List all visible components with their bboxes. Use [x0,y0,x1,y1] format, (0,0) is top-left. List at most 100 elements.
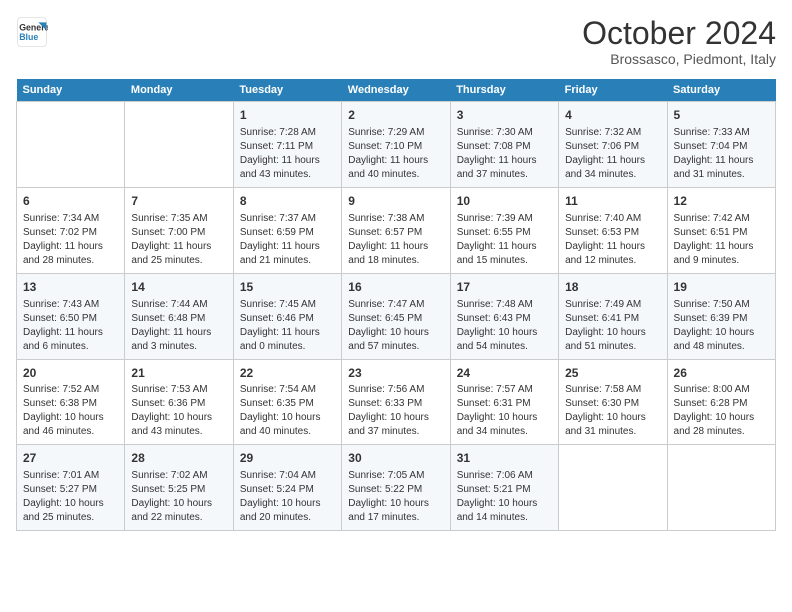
day-number: 27 [23,450,118,467]
day-info: Sunrise: 7:05 AM Sunset: 5:22 PM Dayligh… [348,469,443,525]
day-number: 30 [348,450,443,467]
weekday-header: Thursday [450,79,558,102]
day-info: Sunrise: 7:34 AM Sunset: 7:02 PM Dayligh… [23,212,118,268]
day-number: 16 [348,279,443,296]
day-number: 22 [240,365,335,382]
weekday-header: Sunday [17,79,125,102]
day-info: Sunrise: 7:33 AM Sunset: 7:04 PM Dayligh… [674,126,769,182]
day-info: Sunrise: 7:37 AM Sunset: 6:59 PM Dayligh… [240,212,335,268]
day-info: Sunrise: 7:06 AM Sunset: 5:21 PM Dayligh… [457,469,552,525]
day-info: Sunrise: 7:57 AM Sunset: 6:31 PM Dayligh… [457,383,552,439]
day-info: Sunrise: 7:28 AM Sunset: 7:11 PM Dayligh… [240,126,335,182]
day-info: Sunrise: 7:38 AM Sunset: 6:57 PM Dayligh… [348,212,443,268]
day-info: Sunrise: 7:52 AM Sunset: 6:38 PM Dayligh… [23,383,118,439]
weekday-header: Tuesday [233,79,341,102]
day-number: 14 [131,279,226,296]
day-info: Sunrise: 7:53 AM Sunset: 6:36 PM Dayligh… [131,383,226,439]
day-info: Sunrise: 7:56 AM Sunset: 6:33 PM Dayligh… [348,383,443,439]
calendar-week-row: 20Sunrise: 7:52 AM Sunset: 6:38 PM Dayli… [17,359,776,445]
weekday-header: Saturday [667,79,775,102]
calendar-cell: 14 Sunrise: 7:44 AM Sunset: 6:48 PM Dayli… [125,273,233,359]
day-number: 18 [565,279,660,296]
calendar-cell: 1 Sunrise: 7:28 AM Sunset: 7:11 PM Daylig… [233,102,341,188]
day-info: Sunrise: 7:04 AM Sunset: 5:24 PM Dayligh… [240,469,335,525]
day-number: 15 [240,279,335,296]
day-info: Sunrise: 7:43 AM Sunset: 6:50 PM Dayligh… [23,298,118,354]
day-info: Sunrise: 7:39 AM Sunset: 6:55 PM Dayligh… [457,212,552,268]
day-number: 5 [674,107,769,124]
calendar-cell: 11 Sunrise: 7:40 AM Sunset: 6:53 PM Dayli… [559,187,667,273]
day-info: Sunrise: 7:47 AM Sunset: 6:45 PM Dayligh… [348,298,443,354]
day-info: Sunrise: 7:30 AM Sunset: 7:08 PM Dayligh… [457,126,552,182]
calendar-cell: 20Sunrise: 7:52 AM Sunset: 6:38 PM Dayli… [17,359,125,445]
day-info: Sunrise: 7:54 AM Sunset: 6:35 PM Dayligh… [240,383,335,439]
calendar-cell: 19 Sunrise: 7:50 AM Sunset: 6:39 PM Dayli… [667,273,775,359]
day-number: 23 [348,365,443,382]
calendar-cell: 26Sunrise: 8:00 AM Sunset: 6:28 PM Dayli… [667,359,775,445]
title-block: October 2024 Brossasco, Piedmont, Italy [582,16,776,67]
calendar-cell: 30 Sunrise: 7:05 AM Sunset: 5:22 PM Dayli… [342,445,450,531]
day-info: Sunrise: 7:32 AM Sunset: 7:06 PM Dayligh… [565,126,660,182]
calendar-cell: 7Sunrise: 7:35 AM Sunset: 7:00 PM Daylig… [125,187,233,273]
day-info: Sunrise: 7:29 AM Sunset: 7:10 PM Dayligh… [348,126,443,182]
calendar-week-row: 13 Sunrise: 7:43 AM Sunset: 6:50 PM Dayli… [17,273,776,359]
calendar-cell: 18 Sunrise: 7:49 AM Sunset: 6:41 PM Dayli… [559,273,667,359]
calendar-cell [667,445,775,531]
calendar-cell: 12Sunrise: 7:42 AM Sunset: 6:51 PM Dayli… [667,187,775,273]
calendar-cell: 15Sunrise: 7:45 AM Sunset: 6:46 PM Dayli… [233,273,341,359]
day-number: 21 [131,365,226,382]
day-number: 20 [23,365,118,382]
day-info: Sunrise: 7:49 AM Sunset: 6:41 PM Dayligh… [565,298,660,354]
logo: General Blue [16,16,48,48]
calendar-cell: 22Sunrise: 7:54 AM Sunset: 6:35 PM Dayli… [233,359,341,445]
day-number: 24 [457,365,552,382]
day-number: 12 [674,193,769,210]
day-number: 2 [348,107,443,124]
calendar-week-row: 1 Sunrise: 7:28 AM Sunset: 7:11 PM Daylig… [17,102,776,188]
day-info: Sunrise: 7:44 AM Sunset: 6:48 PM Dayligh… [131,298,226,354]
calendar-cell: 6 Sunrise: 7:34 AM Sunset: 7:02 PM Daylig… [17,187,125,273]
page-header: General Blue October 2024 Brossasco, Pie… [16,16,776,67]
calendar-cell: 25Sunrise: 7:58 AM Sunset: 6:30 PM Dayli… [559,359,667,445]
calendar-cell: 13 Sunrise: 7:43 AM Sunset: 6:50 PM Dayli… [17,273,125,359]
month-title: October 2024 [582,16,776,51]
weekday-header: Wednesday [342,79,450,102]
calendar-cell: 10 Sunrise: 7:39 AM Sunset: 6:55 PM Dayli… [450,187,558,273]
calendar-cell: 16 Sunrise: 7:47 AM Sunset: 6:45 PM Dayli… [342,273,450,359]
day-number: 26 [674,365,769,382]
calendar-cell: 9Sunrise: 7:38 AM Sunset: 6:57 PM Daylig… [342,187,450,273]
day-number: 7 [131,193,226,210]
day-info: Sunrise: 7:40 AM Sunset: 6:53 PM Dayligh… [565,212,660,268]
calendar-cell [17,102,125,188]
day-number: 1 [240,107,335,124]
calendar-cell: 5 Sunrise: 7:33 AM Sunset: 7:04 PM Daylig… [667,102,775,188]
logo-icon: General Blue [16,16,48,48]
day-number: 13 [23,279,118,296]
calendar-cell: 8Sunrise: 7:37 AM Sunset: 6:59 PM Daylig… [233,187,341,273]
calendar-cell [125,102,233,188]
calendar-cell: 23Sunrise: 7:56 AM Sunset: 6:33 PM Dayli… [342,359,450,445]
day-info: Sunrise: 7:50 AM Sunset: 6:39 PM Dayligh… [674,298,769,354]
day-info: Sunrise: 7:58 AM Sunset: 6:30 PM Dayligh… [565,383,660,439]
day-number: 10 [457,193,552,210]
day-info: Sunrise: 7:01 AM Sunset: 5:27 PM Dayligh… [23,469,118,525]
calendar-week-row: 27 Sunrise: 7:01 AM Sunset: 5:27 PM Dayli… [17,445,776,531]
day-number: 19 [674,279,769,296]
calendar-cell: 24Sunrise: 7:57 AM Sunset: 6:31 PM Dayli… [450,359,558,445]
day-info: Sunrise: 7:02 AM Sunset: 5:25 PM Dayligh… [131,469,226,525]
day-number: 6 [23,193,118,210]
calendar-table: SundayMondayTuesdayWednesdayThursdayFrid… [16,79,776,531]
calendar-cell: 21Sunrise: 7:53 AM Sunset: 6:36 PM Dayli… [125,359,233,445]
calendar-cell: 31Sunrise: 7:06 AM Sunset: 5:21 PM Dayli… [450,445,558,531]
calendar-cell: 28 Sunrise: 7:02 AM Sunset: 5:25 PM Dayli… [125,445,233,531]
calendar-cell [559,445,667,531]
calendar-cell: 2 Sunrise: 7:29 AM Sunset: 7:10 PM Daylig… [342,102,450,188]
day-number: 11 [565,193,660,210]
calendar-cell: 4Sunrise: 7:32 AM Sunset: 7:06 PM Daylig… [559,102,667,188]
weekday-header-row: SundayMondayTuesdayWednesdayThursdayFrid… [17,79,776,102]
calendar-cell: 3Sunrise: 7:30 AM Sunset: 7:08 PM Daylig… [450,102,558,188]
day-info: Sunrise: 8:00 AM Sunset: 6:28 PM Dayligh… [674,383,769,439]
day-number: 29 [240,450,335,467]
location: Brossasco, Piedmont, Italy [582,51,776,67]
day-number: 28 [131,450,226,467]
